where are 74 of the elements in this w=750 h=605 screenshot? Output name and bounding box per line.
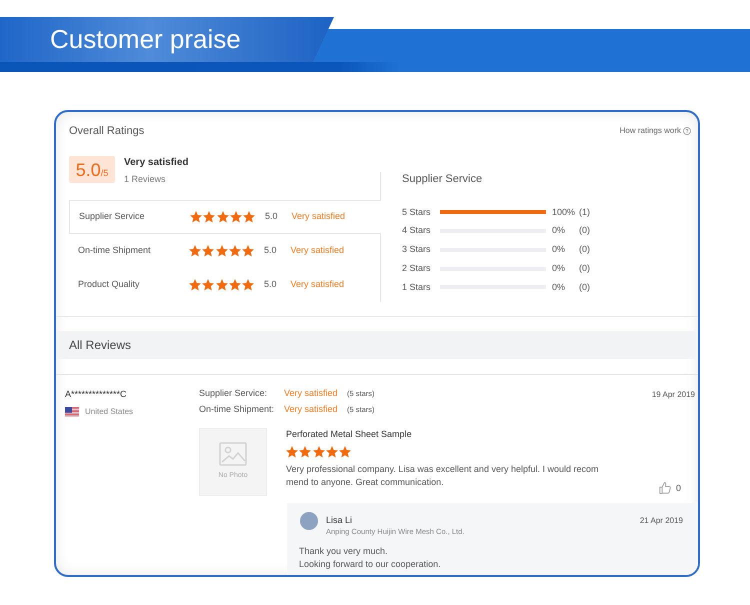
percent-text: 100% xyxy=(552,206,576,219)
flag-icon xyxy=(65,407,79,417)
verdict-text: Very satisfied xyxy=(284,387,339,400)
category-label: Product Quality xyxy=(78,278,141,292)
star-icon xyxy=(216,279,228,291)
score-text: 5.0 xyxy=(265,210,278,224)
score-max: /5 xyxy=(100,168,108,178)
verdict-text: Very satisfied xyxy=(290,278,344,292)
score-value: 5.0 xyxy=(76,159,101,181)
count-text: (0) xyxy=(579,262,590,275)
star-level-label: 2 Stars xyxy=(402,262,432,275)
category-row[interactable]: Supplier Service 5.0 Very satisfied xyxy=(69,200,381,234)
star-icon xyxy=(242,245,254,257)
count-text: (0) xyxy=(579,280,590,294)
star-icon xyxy=(299,446,312,458)
star-level-label: 3 Stars xyxy=(402,243,432,256)
star-icon xyxy=(202,245,214,257)
review-count: 1 Reviews xyxy=(124,173,167,185)
star-icon xyxy=(286,446,298,458)
percent-text: 0% xyxy=(552,243,566,256)
rating-label: On-time Shipment: xyxy=(199,403,276,416)
star-icon xyxy=(228,279,241,291)
star-icon xyxy=(326,446,338,458)
country-name: United States xyxy=(85,406,134,418)
star-icon xyxy=(312,446,324,458)
verdict-text: Very satisfied xyxy=(124,156,188,170)
thumbs-up-icon xyxy=(658,482,671,494)
percent-text: 0% xyxy=(552,224,566,238)
verdict-text: Very satisfied xyxy=(292,210,346,224)
rating-label: Supplier Service: xyxy=(199,387,268,400)
score-text: 5.0 xyxy=(264,278,277,292)
section-title: Overall Ratings xyxy=(69,124,144,138)
reply-text: Thank you very much. Looking forward to our cooperation. xyxy=(299,545,442,571)
star-icon xyxy=(189,279,201,291)
star-icon xyxy=(230,211,242,223)
verdict-text: Very satisfied xyxy=(290,244,344,258)
reply-date: 21 Apr 2019 xyxy=(640,515,683,527)
avatar xyxy=(300,512,318,530)
star-icon xyxy=(190,211,202,223)
product-name: Perforated Metal Sheet Sample xyxy=(286,428,413,440)
category-row[interactable]: On-time Shipment 5.0 Very satisfied xyxy=(69,234,381,268)
star-icon xyxy=(202,279,214,291)
percent-text: 0% xyxy=(552,262,566,275)
review-date: 19 Apr 2019 xyxy=(652,389,696,401)
section-title: All Reviews xyxy=(69,337,132,354)
category-label: Supplier Service xyxy=(79,210,146,224)
category-label: On-time Shipment xyxy=(78,244,152,258)
count-text: (1) xyxy=(579,206,590,219)
star-icon xyxy=(216,245,228,257)
star-icon xyxy=(243,211,255,223)
category-row[interactable]: Product Quality 5.0 Very satisfied xyxy=(69,268,381,302)
star-icon xyxy=(216,211,228,223)
star-level-label: 1 Stars xyxy=(402,280,432,294)
reviewer-name: A**************C xyxy=(65,388,127,400)
score-text: 5.0 xyxy=(264,244,277,258)
image-icon xyxy=(219,442,247,466)
star-icon xyxy=(228,245,241,257)
percent-text: 0% xyxy=(552,280,566,294)
breakdown-title: Supplier Service xyxy=(402,172,484,186)
review-text: Very professional company. Lisa was excellent and very helpful. I would recommend to anyone. Great communication. xyxy=(286,462,600,488)
page-title: Customer praise xyxy=(50,24,241,54)
help-link[interactable]: How ratings work xyxy=(620,126,691,136)
star-icon xyxy=(339,446,351,458)
help-icon xyxy=(683,127,691,135)
like-button[interactable]: 0 xyxy=(658,482,681,495)
star-icon xyxy=(203,211,216,223)
verdict-text: Very satisfied xyxy=(284,403,339,416)
star-level-label: 4 Stars xyxy=(402,224,432,238)
count-text: (0) xyxy=(579,224,590,238)
star-level-label: 5 Stars xyxy=(402,206,432,219)
count-text: (0) xyxy=(579,243,590,256)
replier-name: Lisa Li xyxy=(326,514,354,526)
star-icon xyxy=(242,279,254,291)
star-icon xyxy=(189,245,201,257)
